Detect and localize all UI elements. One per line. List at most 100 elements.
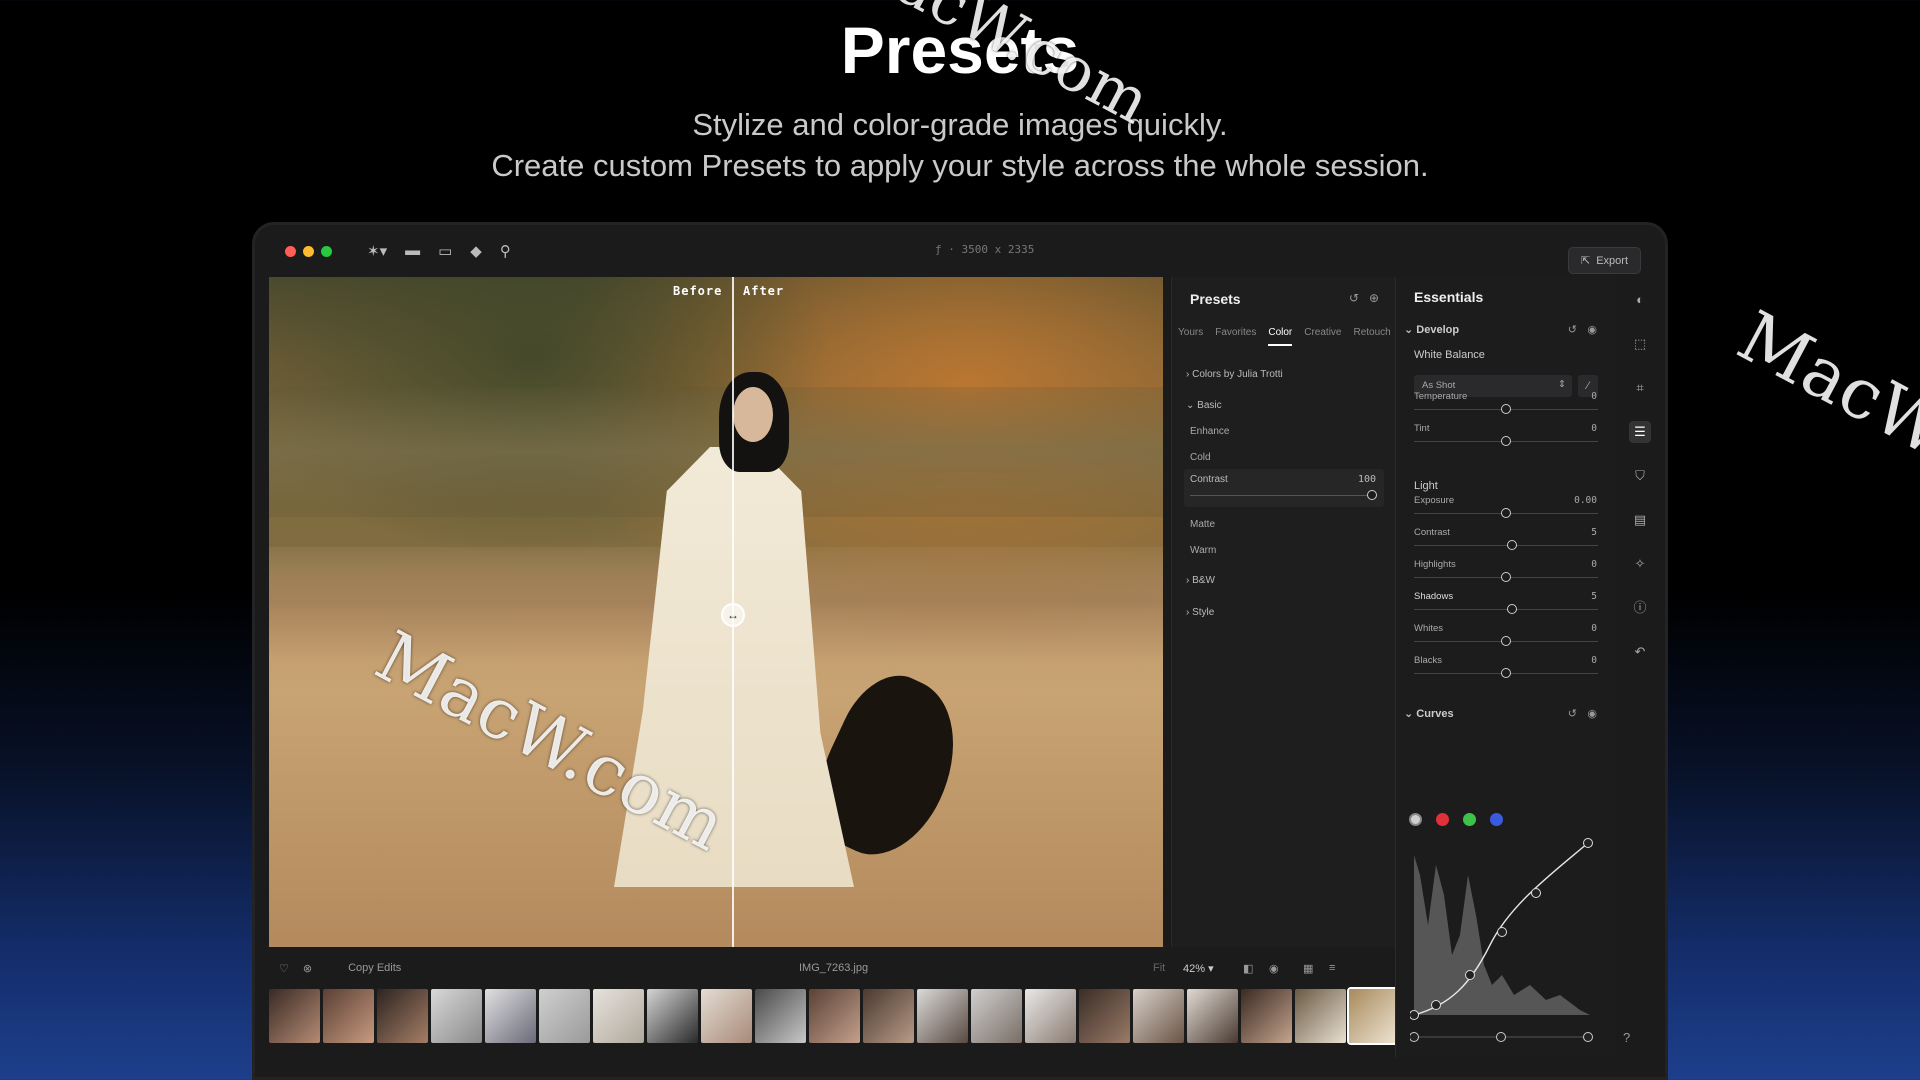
tint-slider-knob[interactable] [1501,436,1511,446]
image-icon[interactable]: ▭ [438,242,452,260]
history-tool-icon[interactable]: ↶ [1629,641,1651,663]
preset-warm[interactable]: Warm [1190,545,1216,556]
export-button[interactable]: ⇱ Export [1567,247,1641,274]
tab-color[interactable]: Color [1268,327,1293,346]
highlights-slider-knob[interactable] [1501,572,1511,582]
curve-channel-rgb[interactable] [1409,813,1422,826]
minimize-window-button[interactable] [303,245,314,257]
curves-reset-icon[interactable]: ↺ [1568,707,1577,720]
curves-editor[interactable] [1409,835,1602,1050]
filmstrip-thumb-selected[interactable] [1347,987,1402,1045]
filmstrip-thumb[interactable] [701,989,752,1043]
shadows-slider-knob[interactable] [1506,604,1517,614]
shadows-value[interactable]: 5 [1591,591,1597,602]
preset-enhance[interactable]: Enhance [1190,426,1229,437]
filmstrip-thumb[interactable] [485,989,536,1043]
crop-tool-icon[interactable]: ⌗ [1629,377,1651,399]
curve-channel-red[interactable] [1436,813,1449,826]
preset-cold[interactable]: Cold [1190,452,1211,463]
adjustments-tool-icon[interactable]: ☰ [1629,421,1651,443]
contrast-slider-knob[interactable] [1506,540,1517,550]
magnifier-icon[interactable]: ⚲ [500,242,511,260]
filmstrip-thumb[interactable] [917,989,968,1043]
blacks-slider-knob[interactable] [1501,668,1511,678]
curves-graph[interactable] [1409,835,1602,1050]
divider-handle-icon[interactable]: ↔ [721,603,745,627]
curve-channel-green[interactable] [1463,813,1476,826]
curve-point[interactable] [1465,970,1475,980]
filmstrip-thumb[interactable] [539,989,590,1043]
tab-retouch[interactable]: Retouch [1354,327,1391,346]
add-preset-icon[interactable]: ⊕ [1369,291,1379,305]
whites-value[interactable]: 0 [1591,623,1597,634]
curve-point[interactable] [1409,1010,1419,1020]
eye-icon[interactable]: ◉ [1269,962,1279,975]
filmstrip-thumb[interactable] [863,989,914,1043]
eraser-icon[interactable]: ◆ [470,242,482,260]
mask-tool-icon[interactable]: ⛉ [1629,465,1651,487]
filmstrip-thumb[interactable] [323,989,374,1043]
curve-range-black[interactable] [1409,1032,1419,1042]
curve-range-white[interactable] [1583,1032,1593,1042]
whites-slider-knob[interactable] [1501,636,1511,646]
grid-icon[interactable]: ▦ [1303,962,1313,975]
compare-icon[interactable]: ◧ [1243,962,1253,975]
reset-icon[interactable]: ↺ [1349,291,1359,305]
reject-icon[interactable]: ⊗ [303,962,312,975]
shadows-slider-track[interactable] [1414,609,1598,610]
list-icon[interactable]: ≡ [1329,962,1335,974]
filmstrip-thumb[interactable] [1295,989,1346,1043]
filmstrip-thumb[interactable] [1079,989,1130,1043]
zoom-window-button[interactable] [321,245,332,257]
group-colors-by[interactable]: › Colors by Julia Trotti [1186,369,1283,380]
zoom-select[interactable]: 42% ▾ [1183,962,1214,975]
photo-viewer[interactable]: ↔ Before After [269,277,1163,947]
curve-point[interactable] [1583,838,1593,848]
filmstrip-thumb[interactable] [1241,989,1292,1043]
curves-visibility-icon[interactable]: ◉ [1587,707,1597,720]
group-basic[interactable]: ⌄ Basic [1186,400,1222,411]
temperature-value[interactable]: 0 [1591,391,1597,402]
highlights-value[interactable]: 0 [1591,559,1597,570]
layers-tool-icon[interactable]: ▤ [1629,509,1651,531]
contrast-value[interactable]: 5 [1591,527,1597,538]
develop-reset-icon[interactable]: ↺ [1568,323,1577,336]
group-style[interactable]: › Style [1186,607,1214,618]
filmstrip-thumb[interactable] [809,989,860,1043]
curve-point[interactable] [1531,888,1541,898]
curve-point[interactable] [1497,927,1507,937]
contrast-slider-track[interactable] [1414,545,1598,546]
exposure-value[interactable]: 0.00 [1574,495,1597,506]
group-bw[interactable]: › B&W [1186,575,1215,586]
exposure-slider-knob[interactable] [1501,508,1511,518]
presets-tool-icon[interactable]: ◐ [1629,289,1651,311]
folder-icon[interactable]: ▬ [405,242,420,260]
curve-point[interactable] [1431,1000,1441,1010]
tab-yours[interactable]: Yours [1178,327,1203,346]
filmstrip-thumb[interactable] [377,989,428,1043]
close-window-button[interactable] [285,245,296,257]
filmstrip-thumb[interactable] [269,989,320,1043]
filmstrip-thumb[interactable] [1133,989,1184,1043]
filmstrip-thumb[interactable] [971,989,1022,1043]
filmstrip-thumb[interactable] [593,989,644,1043]
tab-favorites[interactable]: Favorites [1215,327,1256,346]
filmstrip-thumb[interactable] [431,989,482,1043]
curve-channel-blue[interactable] [1490,813,1503,826]
preset-matte[interactable]: Matte [1190,519,1215,530]
curve-range-mid[interactable] [1496,1032,1506,1042]
filmstrip-thumb[interactable] [1025,989,1076,1043]
filmstrip-thumb[interactable] [755,989,806,1043]
preset-contrast[interactable]: Contrast 100 [1184,469,1384,507]
fit-button[interactable]: Fit [1153,962,1165,974]
preset-contrast-knob[interactable] [1367,490,1377,500]
temperature-slider-knob[interactable] [1501,404,1511,414]
filmstrip-thumb[interactable] [647,989,698,1043]
tint-value[interactable]: 0 [1591,423,1597,434]
select-tool-icon[interactable]: ⬚ [1629,333,1651,355]
info-tool-icon[interactable]: ⓘ [1629,597,1651,619]
copy-edits-button[interactable]: Copy Edits [348,962,401,974]
heart-icon[interactable]: ♡ [279,962,289,975]
help-icon[interactable]: ? [1623,1030,1630,1045]
develop-section[interactable]: ⌄ Develop [1404,323,1459,336]
